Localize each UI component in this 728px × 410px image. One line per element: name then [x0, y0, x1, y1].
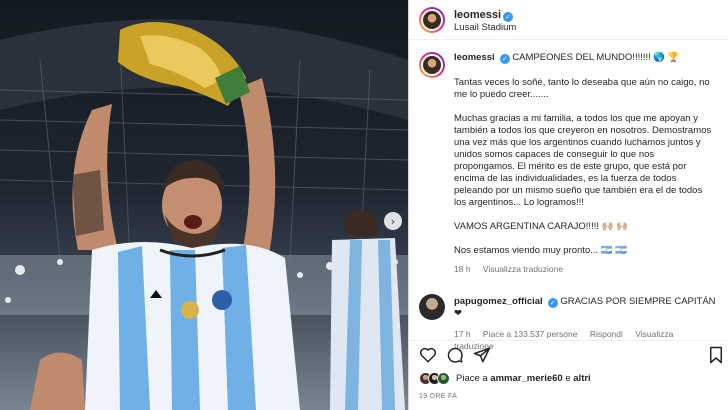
- chevron-right-icon[interactable]: ›: [384, 212, 402, 230]
- caption-paragraph-4: Nos estamos viendo muy pronto... 🇦🇷 🇦🇷: [454, 245, 628, 256]
- header-username[interactable]: leomessi: [454, 9, 501, 21]
- caption-paragraph-3: VAMOS ARGENTINA CARAJO!!!!! 🙌🏼 🙌🏼: [454, 221, 628, 232]
- comment-age: 17 h: [454, 329, 471, 339]
- action-bar: [409, 340, 728, 368]
- caption-age: 18 h: [454, 264, 471, 274]
- caption-paragraph-2: Muchas gracias a mi familia, a todos los…: [454, 113, 712, 208]
- caption-username[interactable]: leomessi: [454, 52, 495, 63]
- post-details-panel: leomessi ✓ Lusail Stadium leomessi ✓ CAMPE…: [408, 0, 728, 410]
- post-timestamp[interactable]: 19 ORE FA: [419, 393, 457, 400]
- comment-likes[interactable]: Piace a 133.537 persone: [483, 329, 578, 339]
- likes-prefix: Piace a: [456, 373, 488, 384]
- caption-meta: 18 h Visualizza traduzione: [454, 263, 716, 275]
- photo-illustration: [0, 19, 408, 410]
- liker-avatar: [437, 372, 450, 385]
- location-link[interactable]: Lusail Stadium: [454, 22, 516, 34]
- comments-section: leomessi ✓ CAMPEONES DEL MUNDO!!!!!!! 🌎 🏆…: [419, 52, 719, 275]
- caption: leomessi ✓ CAMPEONES DEL MUNDO!!!!!!! 🌎 🏆…: [419, 52, 719, 275]
- likes-user[interactable]: ammar_merie60: [490, 373, 562, 384]
- caption-headline: CAMPEONES DEL MUNDO!!!!!!! 🌎 🏆: [512, 52, 680, 63]
- likes-summary: Piace a ammar_merie60 e altri: [419, 372, 591, 385]
- bookmark-icon[interactable]: [707, 346, 725, 364]
- likes-others[interactable]: altri: [573, 373, 590, 384]
- heart-outline-icon[interactable]: [419, 346, 437, 364]
- post-header: leomessi ✓ Lusail Stadium: [409, 0, 728, 40]
- comment-username[interactable]: papugomez_official: [454, 296, 543, 307]
- caption-avatar[interactable]: [419, 52, 445, 78]
- comment-avatar[interactable]: [419, 294, 445, 320]
- see-translation-link[interactable]: Visualizza traduzione: [483, 264, 563, 274]
- comment-icon[interactable]: [446, 346, 464, 364]
- verified-icon: ✓: [547, 298, 558, 308]
- verified-icon: ✓: [499, 54, 510, 64]
- reply-button[interactable]: Rispondi: [590, 329, 623, 339]
- verified-icon: ✓: [503, 11, 514, 22]
- avatar[interactable]: [419, 6, 445, 33]
- share-icon[interactable]: [473, 346, 491, 364]
- post-photo[interactable]: ›: [0, 0, 408, 410]
- likes-and: e: [565, 373, 571, 384]
- caption-paragraph-1: Tantas veces lo soñé, tanto lo deseaba q…: [454, 77, 710, 100]
